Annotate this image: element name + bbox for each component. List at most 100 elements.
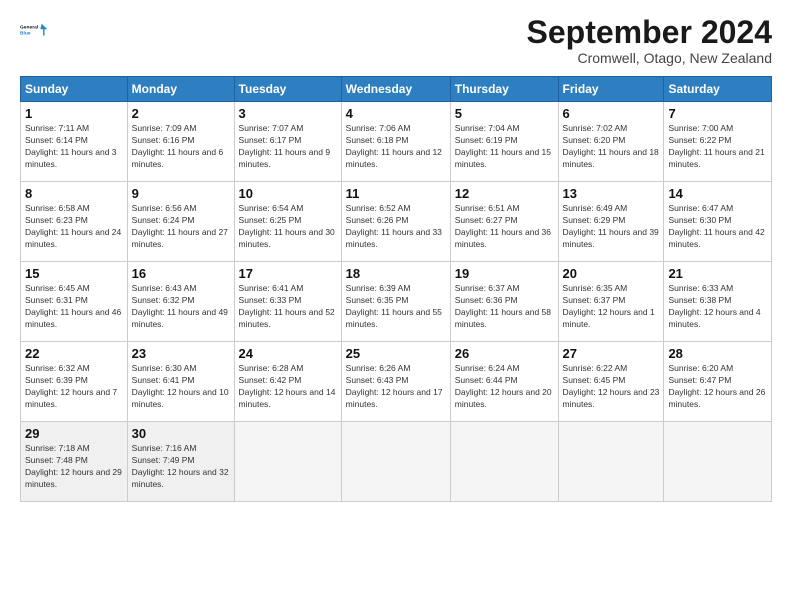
day-number: 28: [668, 346, 767, 361]
table-row: 28Sunrise: 6:20 AMSunset: 6:47 PMDayligh…: [664, 342, 772, 422]
table-row: 9Sunrise: 6:56 AMSunset: 6:24 PMDaylight…: [127, 182, 234, 262]
day-number: 5: [455, 106, 554, 121]
day-number: 8: [25, 186, 123, 201]
day-number: 23: [132, 346, 230, 361]
col-sunday: Sunday: [21, 77, 128, 102]
table-row: 29 Sunrise: 7:18 AMSunset: 7:48 PMDayligh…: [21, 422, 128, 502]
day-detail: Sunrise: 7:16 AMSunset: 7:49 PMDaylight:…: [132, 443, 230, 491]
day-number: 10: [239, 186, 337, 201]
day-detail: Sunrise: 6:39 AMSunset: 6:35 PMDaylight:…: [346, 283, 446, 331]
day-number: 13: [563, 186, 660, 201]
table-row: 24 Sunrise: 6:28 AMSunset: 6:42 PMDayligh…: [234, 342, 341, 422]
table-row: 12 Sunrise: 6:51 AMSunset: 6:27 PMDayligh…: [450, 182, 558, 262]
day-detail: Sunrise: 6:58 AMSunset: 6:23 PMDaylight:…: [25, 203, 123, 251]
table-row: 2Sunrise: 7:09 AMSunset: 6:16 PMDaylight…: [127, 102, 234, 182]
table-row: 5 Sunrise: 7:04 AMSunset: 6:19 PMDaylight…: [450, 102, 558, 182]
day-number: 27: [563, 346, 660, 361]
day-number: 30: [132, 426, 230, 441]
col-wednesday: Wednesday: [341, 77, 450, 102]
day-detail: Sunrise: 7:04 AMSunset: 6:19 PMDaylight:…: [455, 123, 554, 171]
table-row: 1Sunrise: 7:11 AMSunset: 6:14 PMDaylight…: [21, 102, 128, 182]
title-block: September 2024 Cromwell, Otago, New Zeal…: [527, 16, 772, 66]
day-number: 9: [132, 186, 230, 201]
calendar-header: Sunday Monday Tuesday Wednesday Thursday…: [21, 77, 772, 102]
day-number: 17: [239, 266, 337, 281]
table-row: [234, 422, 341, 502]
col-tuesday: Tuesday: [234, 77, 341, 102]
day-detail: Sunrise: 6:54 AMSunset: 6:25 PMDaylight:…: [239, 203, 337, 251]
col-thursday: Thursday: [450, 77, 558, 102]
table-row: 4 Sunrise: 7:06 AMSunset: 6:18 PMDaylight…: [341, 102, 450, 182]
day-number: 4: [346, 106, 446, 121]
day-detail: Sunrise: 7:02 AMSunset: 6:20 PMDaylight:…: [563, 123, 660, 171]
calendar-body: 1Sunrise: 7:11 AMSunset: 6:14 PMDaylight…: [21, 102, 772, 502]
table-row: 27 Sunrise: 6:22 AMSunset: 6:45 PMDayligh…: [558, 342, 664, 422]
day-number: 19: [455, 266, 554, 281]
day-detail: Sunrise: 6:33 AMSunset: 6:38 PMDaylight:…: [668, 283, 767, 331]
calendar-table: Sunday Monday Tuesday Wednesday Thursday…: [20, 76, 772, 502]
logo-icon: GeneralBlue: [20, 16, 48, 44]
table-row: [341, 422, 450, 502]
table-row: 11Sunrise: 6:52 AMSunset: 6:26 PMDayligh…: [341, 182, 450, 262]
col-friday: Friday: [558, 77, 664, 102]
day-detail: Sunrise: 6:22 AMSunset: 6:45 PMDaylight:…: [563, 363, 660, 411]
day-number: 18: [346, 266, 446, 281]
table-row: [558, 422, 664, 502]
day-detail: Sunrise: 7:07 AMSunset: 6:17 PMDaylight:…: [239, 123, 337, 171]
table-row: 19 Sunrise: 6:37 AMSunset: 6:36 PMDayligh…: [450, 262, 558, 342]
day-detail: Sunrise: 6:28 AMSunset: 6:42 PMDaylight:…: [239, 363, 337, 411]
logo: GeneralBlue General Blue: [20, 16, 48, 44]
table-row: [664, 422, 772, 502]
svg-text:Blue: Blue: [20, 31, 31, 37]
table-row: 3Sunrise: 7:07 AMSunset: 6:17 PMDaylight…: [234, 102, 341, 182]
day-detail: Sunrise: 6:43 AMSunset: 6:32 PMDaylight:…: [132, 283, 230, 331]
location: Cromwell, Otago, New Zealand: [527, 50, 772, 66]
table-row: 16 Sunrise: 6:43 AMSunset: 6:32 PMDayligh…: [127, 262, 234, 342]
day-detail: Sunrise: 7:09 AMSunset: 6:16 PMDaylight:…: [132, 123, 230, 171]
day-detail: Sunrise: 7:00 AMSunset: 6:22 PMDaylight:…: [668, 123, 767, 171]
table-row: 13 Sunrise: 6:49 AMSunset: 6:29 PMDayligh…: [558, 182, 664, 262]
day-detail: Sunrise: 7:18 AMSunset: 7:48 PMDaylight:…: [25, 443, 123, 491]
col-saturday: Saturday: [664, 77, 772, 102]
month-title: September 2024: [527, 16, 772, 48]
day-number: 12: [455, 186, 554, 201]
day-detail: Sunrise: 6:41 AMSunset: 6:33 PMDaylight:…: [239, 283, 337, 331]
table-row: 21 Sunrise: 6:33 AMSunset: 6:38 PMDayligh…: [664, 262, 772, 342]
table-row: 7Sunrise: 7:00 AMSunset: 6:22 PMDaylight…: [664, 102, 772, 182]
day-detail: Sunrise: 6:49 AMSunset: 6:29 PMDaylight:…: [563, 203, 660, 251]
day-number: 26: [455, 346, 554, 361]
day-detail: Sunrise: 7:11 AMSunset: 6:14 PMDaylight:…: [25, 123, 123, 171]
table-row: 23 Sunrise: 6:30 AMSunset: 6:41 PMDayligh…: [127, 342, 234, 422]
day-number: 25: [346, 346, 446, 361]
day-number: 14: [668, 186, 767, 201]
day-number: 6: [563, 106, 660, 121]
day-number: 21: [668, 266, 767, 281]
day-number: 15: [25, 266, 123, 281]
table-row: 14 Sunrise: 6:47 AMSunset: 6:30 PMDayligh…: [664, 182, 772, 262]
table-row: 18 Sunrise: 6:39 AMSunset: 6:35 PMDayligh…: [341, 262, 450, 342]
day-detail: Sunrise: 6:45 AMSunset: 6:31 PMDaylight:…: [25, 283, 123, 331]
table-row: 15 Sunrise: 6:45 AMSunset: 6:31 PMDayligh…: [21, 262, 128, 342]
day-detail: Sunrise: 6:35 AMSunset: 6:37 PMDaylight:…: [563, 283, 660, 331]
table-row: 6 Sunrise: 7:02 AMSunset: 6:20 PMDaylight…: [558, 102, 664, 182]
day-detail: Sunrise: 6:30 AMSunset: 6:41 PMDaylight:…: [132, 363, 230, 411]
table-row: 17 Sunrise: 6:41 AMSunset: 6:33 PMDayligh…: [234, 262, 341, 342]
day-number: 24: [239, 346, 337, 361]
page: GeneralBlue General Blue September 2024 …: [0, 0, 792, 612]
table-row: 22Sunrise: 6:32 AMSunset: 6:39 PMDayligh…: [21, 342, 128, 422]
header: GeneralBlue General Blue September 2024 …: [20, 16, 772, 66]
table-row: 25 Sunrise: 6:26 AMSunset: 6:43 PMDayligh…: [341, 342, 450, 422]
day-number: 22: [25, 346, 123, 361]
day-detail: Sunrise: 7:06 AMSunset: 6:18 PMDaylight:…: [346, 123, 446, 171]
svg-text:General: General: [20, 25, 39, 31]
table-row: 8 Sunrise: 6:58 AMSunset: 6:23 PMDaylight…: [21, 182, 128, 262]
day-number: 16: [132, 266, 230, 281]
day-detail: Sunrise: 6:51 AMSunset: 6:27 PMDaylight:…: [455, 203, 554, 251]
day-detail: Sunrise: 6:47 AMSunset: 6:30 PMDaylight:…: [668, 203, 767, 251]
table-row: 20Sunrise: 6:35 AMSunset: 6:37 PMDayligh…: [558, 262, 664, 342]
table-row: 30 Sunrise: 7:16 AMSunset: 7:49 PMDayligh…: [127, 422, 234, 502]
day-number: 29: [25, 426, 123, 441]
col-monday: Monday: [127, 77, 234, 102]
day-detail: Sunrise: 6:37 AMSunset: 6:36 PMDaylight:…: [455, 283, 554, 331]
day-detail: Sunrise: 6:26 AMSunset: 6:43 PMDaylight:…: [346, 363, 446, 411]
